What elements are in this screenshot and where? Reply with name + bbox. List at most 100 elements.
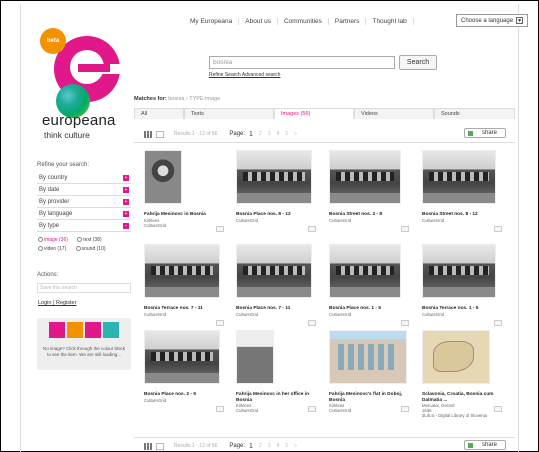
result-card[interactable]: Fahrija Mesinovc in her office in Bosnia… xyxy=(236,330,320,413)
result-thumbnail[interactable] xyxy=(422,150,496,204)
result-thumbnail[interactable] xyxy=(236,150,312,204)
nav-about-us[interactable]: About us xyxy=(239,18,278,25)
colour-blocks xyxy=(49,322,119,338)
page-link[interactable]: 5 xyxy=(285,443,288,449)
page-link[interactable]: 4 xyxy=(277,443,280,449)
matches-filter[interactable]: TYPE:image xyxy=(189,96,220,102)
share-button[interactable]: share xyxy=(464,128,506,138)
register-link[interactable]: Register xyxy=(56,300,76,306)
result-card[interactable]: Sclavonia, Croatia, Bosnia cum Dalmatia … xyxy=(422,330,506,418)
result-title[interactable]: Bosnia Terrace nos. 7 - 11 CultureGrid xyxy=(144,306,228,317)
image-type-icon xyxy=(401,406,409,412)
page-current: 1 xyxy=(249,130,253,138)
colour-block[interactable] xyxy=(85,322,101,338)
result-title[interactable]: Sclavonia, Croatia, Bosnia cum Dalmatia … xyxy=(422,392,506,418)
result-title[interactable]: Bosnia Place nos. 1 - 5 CultureGrid xyxy=(329,306,413,317)
result-card[interactable]: Bosnia Street nos. 8 - 12 CultureGrid xyxy=(422,150,506,232)
result-thumbnail[interactable] xyxy=(422,244,496,298)
language-select-label: Choose a language xyxy=(461,17,514,24)
result-title[interactable]: Bosnia Street nos. 8 - 12 CultureGrid xyxy=(422,212,506,223)
advanced-search-link[interactable]: Advanced search xyxy=(242,72,281,78)
page-link[interactable]: 2 xyxy=(259,131,262,137)
result-thumbnail[interactable] xyxy=(144,244,220,298)
image-type-icon xyxy=(216,226,224,232)
facet-provider[interactable]: By provider + xyxy=(37,196,131,208)
page-link[interactable]: 5 xyxy=(285,131,288,137)
tab-all[interactable]: All xyxy=(134,108,184,119)
language-select[interactable]: Choose a language ▼ xyxy=(456,14,529,27)
tab-texts[interactable]: Texts xyxy=(184,108,274,119)
facet-date[interactable]: By date + xyxy=(37,184,131,196)
plus-icon: + xyxy=(123,211,129,217)
result-thumbnail[interactable] xyxy=(144,150,182,204)
plus-icon: + xyxy=(123,199,129,205)
result-title[interactable]: Bosnia Street nos. 2 - 8 CultureGrid xyxy=(329,212,413,223)
grid-view-icon[interactable] xyxy=(144,442,152,450)
result-card[interactable]: Bosnia Street nos. 2 - 8 CultureGrid xyxy=(329,150,413,232)
result-thumbnail[interactable] xyxy=(422,330,490,384)
matches-query[interactable]: bosnia xyxy=(168,96,184,102)
refine-title: Refine your search: xyxy=(37,162,90,168)
type-image[interactable]: image (36) xyxy=(38,237,72,243)
facet-country[interactable]: By country + xyxy=(37,172,131,184)
page-next[interactable]: » xyxy=(294,131,297,137)
nav-thought-lab[interactable]: Thought lab xyxy=(366,18,414,25)
type-sound[interactable]: sound (10) xyxy=(75,246,110,252)
result-title[interactable]: Bosnia Terrace nos. 1 - 5 CultureGrid xyxy=(422,306,506,317)
facet-list: By country + By date + By provider + By lan… xyxy=(37,172,131,232)
result-thumbnail[interactable] xyxy=(329,244,401,298)
login-link[interactable]: Login xyxy=(38,300,51,306)
colour-block[interactable] xyxy=(49,322,65,338)
tab-videos[interactable]: Videos xyxy=(354,108,434,119)
colour-block[interactable] xyxy=(103,322,119,338)
page-link[interactable]: 4 xyxy=(277,131,280,137)
result-card[interactable]: Bosnia Terrace nos. 7 - 11 CultureGrid xyxy=(144,244,228,326)
result-card[interactable]: Bosnia Place nos. 2 - 6 CultureGrid xyxy=(144,330,228,412)
share-icon xyxy=(468,131,473,136)
colour-block[interactable] xyxy=(67,322,83,338)
list-view-icon[interactable] xyxy=(156,130,164,138)
page-next[interactable]: » xyxy=(294,443,297,449)
nav-partners[interactable]: Partners xyxy=(329,18,367,25)
result-thumbnail[interactable] xyxy=(236,244,312,298)
page-link[interactable]: 3 xyxy=(268,443,271,449)
result-thumbnail[interactable] xyxy=(144,330,220,384)
chevron-down-icon: ▼ xyxy=(516,17,524,24)
result-title[interactable]: Bosnia Place nos. 7 - 11 CultureGrid xyxy=(236,306,320,317)
result-card[interactable]: Bosnia Place nos. 7 - 11 CultureGrid xyxy=(236,244,320,326)
facet-language[interactable]: By language + xyxy=(37,208,131,220)
page-link[interactable]: 2 xyxy=(259,443,262,449)
search-input[interactable]: bosnia xyxy=(209,56,395,69)
result-thumbnail[interactable] xyxy=(236,330,274,384)
result-card[interactable]: Bosnia Terrace nos. 1 - 5 CultureGrid xyxy=(422,244,506,326)
search-button[interactable]: Search xyxy=(399,55,437,70)
nav-communities[interactable]: Communities xyxy=(278,18,329,25)
page-label: Page: xyxy=(229,131,246,137)
radio-icon xyxy=(75,246,81,252)
type-video[interactable]: video (17) xyxy=(38,246,70,252)
nav-my-europeana[interactable]: My Europeana xyxy=(184,18,240,25)
grid-view-icon[interactable] xyxy=(144,130,152,138)
radio-icon xyxy=(77,237,83,243)
facet-type[interactable]: By type − xyxy=(37,220,131,232)
tab-images[interactable]: Images (56) xyxy=(274,108,354,119)
refine-search-link[interactable]: Refine Search xyxy=(209,72,241,78)
page-link[interactable]: 3 xyxy=(268,131,271,137)
type-text[interactable]: text (38) xyxy=(77,237,105,243)
result-title[interactable]: Bosnia Place nos. 2 - 6 CultureGrid xyxy=(144,392,228,403)
result-card[interactable]: Fahrija Mesinovc in Bosnia Kirklees Cultur… xyxy=(144,150,228,232)
result-card[interactable]: Bosnia Place nos. 1 - 5 CultureGrid xyxy=(329,244,413,326)
europeana-logo[interactable]: beta xyxy=(32,22,127,162)
image-type-icon xyxy=(494,320,502,326)
actions-select[interactable]: Save this search xyxy=(37,283,131,293)
result-card[interactable]: Bosnia Place nos. 8 - 12 CultureGrid xyxy=(236,150,320,232)
list-view-icon[interactable] xyxy=(156,442,164,450)
tab-sounds[interactable]: Sounds xyxy=(434,108,515,119)
plus-icon: + xyxy=(123,175,129,181)
result-thumbnail[interactable] xyxy=(329,330,407,384)
result-title[interactable]: Bosnia Place nos. 8 - 12 CultureGrid xyxy=(236,212,320,223)
image-type-icon xyxy=(401,320,409,326)
result-thumbnail[interactable] xyxy=(329,150,401,204)
share-button[interactable]: share xyxy=(464,440,506,450)
result-card[interactable]: Fahrija Mesinovc's flat in Doboj, Bosnia… xyxy=(329,330,413,413)
